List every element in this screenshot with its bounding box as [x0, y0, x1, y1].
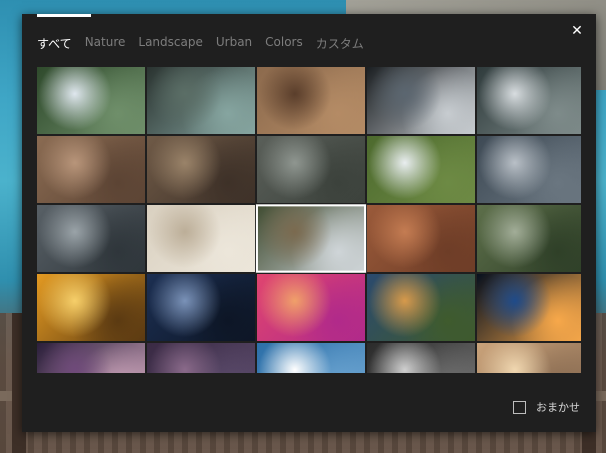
thumb-mono-mountains[interactable] — [367, 343, 475, 373]
tab-landscape[interactable]: Landscape — [138, 35, 202, 52]
auto-select-option[interactable]: おまかせ — [513, 399, 580, 415]
thumb-snowy-ridges[interactable] — [477, 67, 581, 134]
thumb-volcano-crater[interactable] — [255, 204, 367, 273]
thumb-arid-hills[interactable] — [147, 136, 255, 203]
thumb-snow-volcano[interactable] — [37, 67, 145, 134]
close-icon[interactable]: ✕ — [568, 22, 586, 40]
thumb-canyon-river[interactable] — [257, 67, 365, 134]
category-tabs: すべて Nature Landscape Urban Colors カスタム — [37, 35, 377, 52]
tab-all[interactable]: すべて — [37, 35, 72, 52]
tab-indicator — [37, 14, 91, 17]
thumb-snowy-range[interactable] — [257, 343, 365, 373]
thumb-light-painting[interactable] — [477, 274, 581, 341]
thumb-red-plateau[interactable] — [367, 205, 475, 272]
tab-colors[interactable]: Colors — [265, 35, 303, 52]
thumb-green-cliffs[interactable] — [367, 136, 475, 203]
thumb-dark-coast[interactable] — [147, 67, 255, 134]
background-picker-dialog: ✕ すべて Nature Landscape Urban Colors カスタム… — [22, 14, 596, 432]
thumb-city-blocks[interactable] — [37, 205, 145, 272]
tab-nature[interactable]: Nature — [85, 35, 126, 52]
thumb-pastel-horizon[interactable] — [477, 343, 581, 373]
thumb-mountain-lake[interactable] — [147, 274, 255, 341]
thumb-purple-sky[interactable] — [37, 343, 145, 373]
thumb-dark-shoreline[interactable] — [367, 67, 475, 134]
thumb-pink-bokeh[interactable] — [257, 274, 365, 341]
thumbnail-grid — [37, 67, 581, 373]
thumb-desert-valleys[interactable] — [37, 136, 145, 203]
thumb-golden-sunset[interactable] — [37, 274, 145, 341]
tab-custom[interactable]: カスタム — [316, 35, 364, 52]
thumb-mountain-folds[interactable] — [477, 136, 581, 203]
thumb-salt-flat[interactable] — [147, 205, 255, 272]
auto-select-checkbox[interactable] — [513, 400, 526, 414]
thumb-stadium-city[interactable] — [257, 136, 365, 203]
tab-urban[interactable]: Urban — [216, 35, 252, 52]
thumb-green-town[interactable] — [477, 205, 581, 272]
thumb-violet-clouds[interactable] — [147, 343, 255, 373]
thumb-dusk-valley[interactable] — [367, 274, 475, 341]
auto-select-label: おまかせ — [536, 401, 580, 414]
